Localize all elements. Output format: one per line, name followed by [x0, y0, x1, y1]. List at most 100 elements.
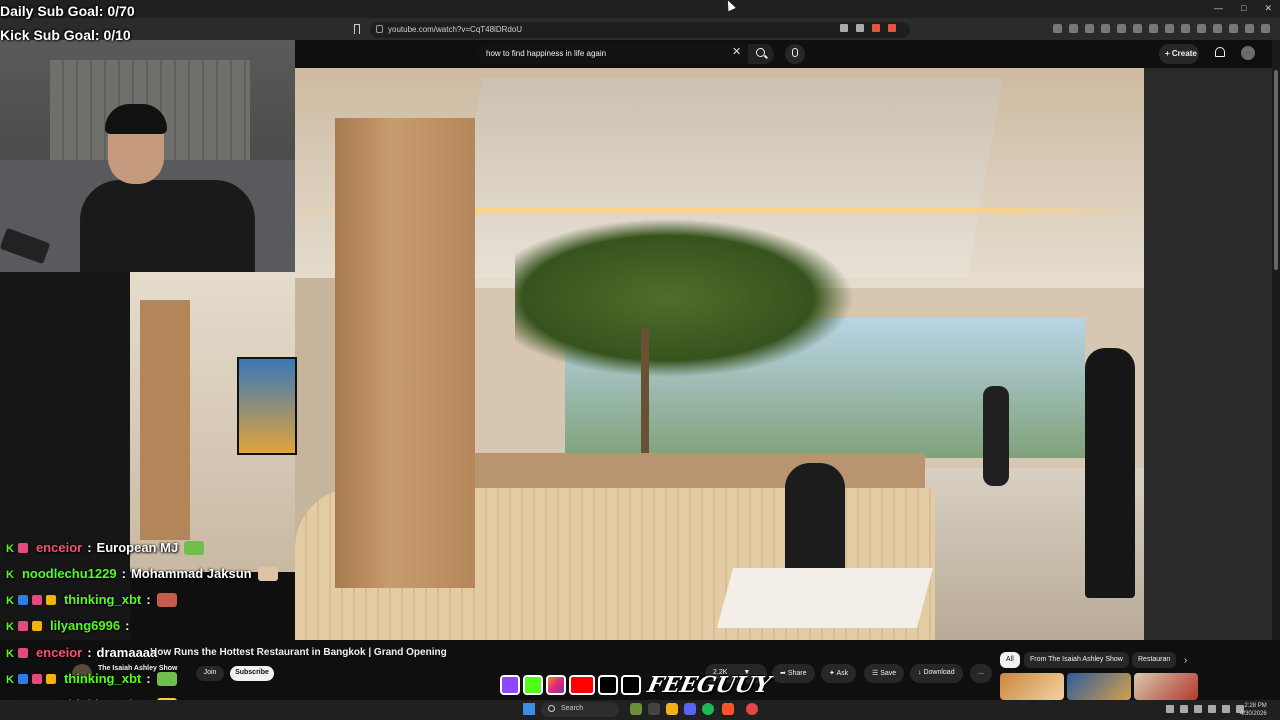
discord-icon[interactable]: [684, 703, 696, 715]
crown-badge-icon: [31, 620, 42, 631]
menu-icon[interactable]: [1261, 24, 1270, 33]
wifi-icon[interactable]: [1208, 705, 1216, 713]
maximize-icon[interactable]: □: [1241, 3, 1246, 14]
chat-emote-icon: [156, 671, 177, 686]
minimize-icon[interactable]: —: [1214, 3, 1223, 14]
spotify-icon[interactable]: [702, 703, 714, 715]
save-button[interactable]: ☰ Save: [864, 664, 905, 683]
create-label: Create: [1171, 49, 1197, 58]
extension-icon[interactable]: [1213, 24, 1222, 33]
search-icon: [548, 705, 555, 712]
brave-browser-icon[interactable]: [722, 703, 734, 715]
heart-badge-icon: [17, 620, 28, 631]
more-actions-button[interactable]: ...: [970, 664, 992, 683]
address-bar-actions: [840, 24, 896, 32]
search-query-text: how to find happiness in life again: [486, 49, 607, 58]
video-player[interactable]: [295, 68, 1144, 640]
window-controls: — □ ✕: [1214, 3, 1272, 14]
tray-chevron-icon[interactable]: [1166, 705, 1174, 713]
ask-button[interactable]: ✦ Ask: [821, 664, 857, 683]
heart-badge-icon: [17, 542, 28, 553]
clock[interactable]: 2:28 PM 4/30/2026: [1240, 702, 1267, 718]
video-frame-seated-person: [785, 463, 845, 573]
chat-message: Kthinking_xbt:: [6, 671, 177, 686]
search-input[interactable]: how to find happiness in life again: [478, 44, 748, 64]
clear-search-icon[interactable]: ✕: [732, 45, 741, 58]
join-button[interactable]: Join: [196, 666, 224, 681]
extension-icon[interactable]: [1053, 24, 1062, 33]
search-button[interactable]: [748, 44, 774, 64]
chat-separator: :: [146, 592, 151, 607]
chip-from-channel[interactable]: From The Isaiah Ashley Show: [1024, 652, 1129, 668]
close-window-icon[interactable]: ✕: [1264, 3, 1272, 14]
chat-separator: :: [125, 618, 130, 633]
extension-icon[interactable]: [1133, 24, 1142, 33]
more-icon: ...: [978, 669, 984, 676]
share-page-icon[interactable]: [856, 24, 864, 32]
bell-icon[interactable]: [1215, 47, 1225, 57]
page-action-icon[interactable]: [840, 24, 848, 32]
chat-text: dramaaaa: [96, 645, 158, 660]
extension-icon[interactable]: [1149, 24, 1158, 33]
chat-separator: :: [87, 645, 92, 660]
chevron-right-icon[interactable]: ›: [1184, 655, 1187, 666]
extension-icon[interactable]: [1165, 24, 1174, 33]
windows-start-icon[interactable]: [523, 703, 535, 715]
chat-username[interactable]: thinking_xbt: [64, 592, 141, 607]
extension-icon[interactable]: [1069, 24, 1078, 33]
share-button[interactable]: ➦ Share: [772, 664, 815, 683]
video-frame-person: [983, 386, 1009, 486]
chat-emote-icon: [184, 540, 205, 555]
chat-separator: :: [87, 540, 92, 555]
scrollbar-thumb[interactable]: [1274, 70, 1278, 270]
chip-all[interactable]: All: [1000, 652, 1020, 668]
extension-icon[interactable]: [1085, 24, 1094, 33]
extension-icon[interactable]: [1229, 24, 1238, 33]
subscribe-button[interactable]: Subscribe: [230, 666, 274, 681]
video-frame-tree-trunk: [641, 328, 649, 458]
clock-date: 4/30/2026: [1240, 711, 1267, 717]
chip-restaurant[interactable]: Restauran: [1132, 652, 1177, 668]
extension-icon[interactable]: [1117, 24, 1126, 33]
chat-username[interactable]: enceior: [36, 540, 82, 555]
recommended-thumbnail[interactable]: [1134, 673, 1198, 700]
heart-badge-icon: [31, 673, 42, 684]
bookmark-icon[interactable]: [354, 24, 360, 34]
chat-username[interactable]: thinking_xbt: [64, 671, 141, 686]
chat-username[interactable]: lilyang6996: [50, 618, 120, 633]
video-frame-tree: [515, 218, 855, 378]
recommended-thumbnail[interactable]: [1067, 673, 1131, 700]
daily-sub-goal: Daily Sub Goal: 0/70: [0, 3, 135, 19]
chat-text: Mohammad Jaksun: [130, 566, 252, 581]
brave-rewards-icon[interactable]: [888, 24, 896, 32]
address-bar[interactable]: youtube.com/watch?v=CqT48lDRdoU: [370, 22, 910, 38]
room-screen: [237, 357, 297, 455]
secondary-panel: [1144, 68, 1272, 640]
chat-emote-icon: [257, 566, 278, 581]
taskbar-app-icon[interactable]: [630, 703, 642, 715]
download-button[interactable]: ↓ Download: [910, 664, 963, 683]
save-icon: ☰: [872, 670, 879, 677]
chat-username[interactable]: noodlechu1229: [22, 566, 117, 581]
tray-app-icon[interactable]: [1194, 705, 1202, 713]
extension-icon[interactable]: [1101, 24, 1110, 33]
voice-search-button[interactable]: [785, 44, 805, 64]
chat-message: Kthinking_xbt:: [6, 592, 177, 607]
taskbar-app-icon[interactable]: [648, 703, 660, 715]
download-icon[interactable]: [1245, 24, 1254, 33]
volume-icon[interactable]: [1222, 705, 1230, 713]
chat-username[interactable]: enceior: [36, 645, 82, 660]
create-button[interactable]: + Create: [1159, 44, 1199, 64]
folder-icon[interactable]: [666, 703, 678, 715]
site-info-icon[interactable]: [376, 25, 383, 33]
share-icon: ➦: [780, 670, 786, 677]
recommended-thumbnail[interactable]: [1000, 673, 1064, 700]
tray-app-icon[interactable]: [1180, 705, 1188, 713]
brave-shields-icon[interactable]: [872, 24, 880, 32]
avatar[interactable]: [1241, 46, 1255, 60]
obs-icon[interactable]: [746, 703, 758, 715]
sparkle-icon: ✦: [829, 670, 835, 677]
extension-icon[interactable]: [1181, 24, 1190, 33]
download-arrow-icon: ↓: [918, 669, 922, 676]
extension-icon[interactable]: [1197, 24, 1206, 33]
